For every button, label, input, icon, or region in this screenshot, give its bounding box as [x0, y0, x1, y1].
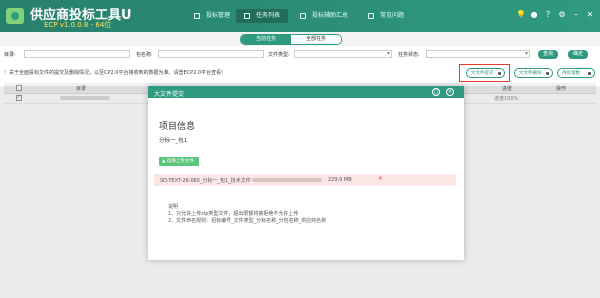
- nav-tab-task-list[interactable]: 任务列表: [236, 9, 289, 23]
- remove-file-icon[interactable]: ×: [378, 175, 383, 182]
- list-icon: [244, 13, 250, 19]
- dir-input[interactable]: [24, 50, 130, 58]
- help-icon[interactable]: ?: [544, 10, 552, 20]
- status-label: 任务状态:: [398, 52, 420, 58]
- user-icon[interactable]: ●: [530, 10, 538, 20]
- nav-tab-bid-management[interactable]: 投标管理: [186, 9, 238, 23]
- minimize-icon[interactable]: –: [572, 10, 580, 20]
- select-upload-file-button[interactable]: ▲ 选择上传文件: [159, 157, 199, 166]
- app-logo: [6, 8, 24, 24]
- nav-label: 投标辅助汇总: [312, 12, 349, 19]
- notes-block: 说明 1、只允许上传zip类型文件，超出限额将被拒绝不允许上传 2、文件命名规则…: [168, 204, 326, 225]
- filetype-label: 文件类型:: [268, 52, 290, 58]
- close-icon[interactable]: ✕: [586, 10, 594, 20]
- question-icon: [368, 13, 374, 19]
- bulb-icon[interactable]: 💡: [516, 10, 526, 20]
- notice-text: ! 关于全面投标文件的提交及删除情况，以至CP2.0平台接收到的数据为准。请登EC…: [4, 69, 223, 76]
- chart-icon: [300, 13, 306, 19]
- project-name: 分标一_包1: [159, 138, 188, 144]
- gear-icon[interactable]: ⚙: [558, 10, 566, 20]
- package-label: 包名称:: [136, 52, 153, 58]
- large-file-submit-dialog: 大文件提交 □ × 项目信息 分标一_包1 ▲ 选择上传文件 SD-TEXT-2…: [148, 86, 464, 260]
- document-icon: [194, 13, 200, 19]
- task-subtabs: 当前任务 全部任务: [240, 34, 342, 45]
- nav-tab-faq[interactable]: 常见问题: [360, 9, 412, 23]
- toggle-icon: [588, 72, 591, 75]
- search-button[interactable]: 查询: [538, 50, 558, 59]
- button-label: 大文件删除: [519, 71, 542, 76]
- button-label: 大文件提交: [471, 71, 494, 76]
- confirm-button[interactable]: 确定: [568, 50, 588, 59]
- file-row: SD-TEXT-26-065_分标一_包1_技术文件 229.9 MB ×: [154, 174, 456, 186]
- note-line-2: 2、文件命名规则：招标编号_文件类型_分标名称_分包名称_供应商名称: [168, 218, 327, 224]
- nav-label: 常见问题: [380, 12, 405, 19]
- subtab-current-tasks[interactable]: 当前任务: [241, 35, 291, 44]
- maximize-icon[interactable]: □: [432, 88, 440, 96]
- subtab-all-tasks[interactable]: 全部任务: [291, 35, 341, 44]
- redacted-text: [252, 178, 322, 182]
- section-title: 项目信息: [159, 122, 196, 132]
- nav-label: 任务列表: [256, 12, 281, 19]
- file-name: SD-TEXT-26-065_分标一_包1_技术文件: [160, 178, 251, 184]
- notes-title: 说明: [168, 204, 179, 210]
- dialog-header: 大文件提交 □ ×: [148, 86, 464, 98]
- dialog-title: 大文件提交: [154, 91, 185, 98]
- status-select[interactable]: [426, 50, 530, 58]
- large-file-delete-button[interactable]: 大文件删除: [514, 68, 553, 78]
- note-line-1: 1、只允许上传zip类型文件，超出限额将被拒绝不允许上传: [168, 211, 299, 217]
- filetype-select[interactable]: [294, 50, 392, 58]
- nav-tab-bid-summary[interactable]: 投标辅助汇总: [292, 9, 356, 23]
- large-file-submit-button[interactable]: 大文件提交: [466, 68, 505, 78]
- dir-label: 目录:: [4, 52, 16, 58]
- button-label: 选择上传文件: [166, 159, 194, 164]
- close-icon[interactable]: ×: [446, 88, 454, 96]
- button-label: 待处理数: [562, 71, 580, 76]
- app-version: ECP v1.0.0.8 - 64位: [44, 21, 112, 29]
- file-size: 229.9 MB: [328, 177, 352, 183]
- package-input[interactable]: [158, 50, 264, 58]
- toggle-icon: [498, 72, 501, 75]
- warning-icon: !: [4, 70, 7, 76]
- window-controls: 💡 ● ? ⚙ – ✕: [516, 10, 594, 22]
- notice-message: 关于全面投标文件的提交及删除情况，以至CP2.0平台接收到的数据为准。请登ECP…: [9, 70, 224, 76]
- nav-label: 投标管理: [206, 12, 231, 19]
- pending-count-button[interactable]: 待处理数: [557, 68, 595, 78]
- toggle-icon: [546, 72, 549, 75]
